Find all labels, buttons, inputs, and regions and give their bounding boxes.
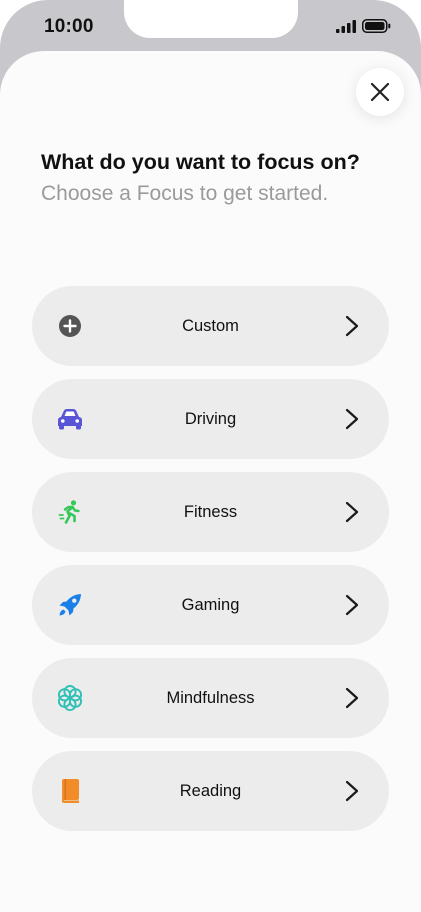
status-time: 10:00 — [44, 16, 94, 37]
focus-option-reading[interactable]: Reading — [32, 751, 389, 831]
focus-option-label: Driving — [184, 410, 237, 428]
status-bar: 10:00 — [0, 0, 421, 56]
battery-icon — [362, 19, 391, 33]
focus-option-fitness[interactable]: Fitness — [32, 472, 389, 552]
chevron-right-icon — [345, 687, 359, 709]
car-icon — [56, 405, 84, 433]
close-icon — [370, 82, 390, 102]
chevron-right-icon — [345, 780, 359, 802]
chevron-right-icon — [345, 315, 359, 337]
focus-option-mindfulness[interactable]: Mindfulness — [32, 658, 389, 738]
signal-icon — [336, 19, 356, 33]
chevron-right-icon — [345, 501, 359, 523]
focus-options-list: Custom Driving Fitness Gaming Mindfulnes… — [32, 286, 389, 844]
focus-option-driving[interactable]: Driving — [32, 379, 389, 459]
focus-option-gaming[interactable]: Gaming — [32, 565, 389, 645]
focus-option-label: Gaming — [181, 596, 240, 614]
running-icon — [56, 498, 84, 526]
flower-icon — [56, 684, 84, 712]
chevron-right-icon — [345, 408, 359, 430]
page-title: What do you want to focus on? — [41, 150, 360, 174]
focus-option-label: Reading — [179, 782, 242, 800]
page-subtitle: Choose a Focus to get started. — [41, 182, 329, 205]
book-icon — [56, 777, 84, 805]
focus-option-label: Mindfulness — [166, 689, 255, 707]
close-button[interactable] — [356, 68, 404, 116]
notch — [124, 0, 298, 38]
focus-option-label: Fitness — [183, 503, 238, 521]
focus-option-custom[interactable]: Custom — [32, 286, 389, 366]
status-icons — [336, 19, 391, 33]
rocket-icon — [56, 591, 84, 619]
focus-option-label: Custom — [182, 317, 239, 335]
chevron-right-icon — [345, 594, 359, 616]
plus-circle-icon — [56, 312, 84, 340]
